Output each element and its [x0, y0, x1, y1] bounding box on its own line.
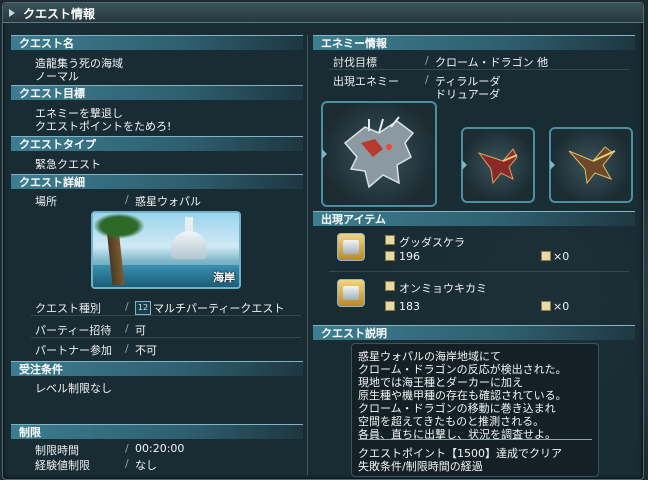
- partner-value: 不可: [135, 344, 157, 357]
- party-value: 可: [135, 324, 146, 337]
- item-tag-icon: [385, 235, 395, 245]
- row-divider: [329, 271, 629, 272]
- section-quest-desc: クエスト説明: [313, 325, 635, 340]
- item-count-icon: [385, 301, 395, 311]
- enemy-card-tiraruda[interactable]: [461, 127, 535, 203]
- bird-enemy-icon: [477, 148, 518, 185]
- separator: /: [125, 442, 129, 455]
- multiparty-badge-icon: 12: [135, 301, 151, 315]
- place-value: 惑星ウォパル: [135, 195, 201, 208]
- card-arrow-icon: [550, 160, 555, 170]
- item-icon-face: [343, 286, 359, 300]
- quest-difficulty: ノーマル: [35, 70, 79, 83]
- item-tag-icon: [385, 281, 395, 291]
- separator: /: [425, 54, 429, 67]
- thumb-tower: [171, 231, 207, 259]
- target-label: 討伐目標: [333, 56, 377, 69]
- owned-icon: [541, 301, 551, 311]
- section-enemy-info: エネミー情報: [313, 35, 635, 50]
- section-limit: 制限: [11, 424, 303, 439]
- thumb-caption: 海岸: [213, 271, 235, 284]
- card-arrow-icon: [322, 149, 327, 159]
- exp-limit-value: なし: [135, 459, 157, 472]
- enemy-card-doryuada[interactable]: [549, 127, 633, 203]
- card-arrow-icon: [462, 160, 467, 170]
- separator: /: [125, 342, 129, 355]
- window-titlebar[interactable]: クエスト情報: [3, 3, 643, 23]
- enemy-2: ドリュアーダ: [435, 88, 501, 101]
- owned-icon: [541, 251, 551, 261]
- right-column: エネミー情報 討伐目標 / クローム・ドラゴン 他 出現エネミー / ティラルー…: [313, 35, 635, 479]
- collapse-arrow-icon[interactable]: [9, 9, 15, 17]
- place-label: 場所: [35, 195, 57, 208]
- section-quest-detail: クエスト詳細: [11, 174, 303, 189]
- desc-divider: [358, 439, 592, 440]
- enemies-label: 出現エネミー: [333, 75, 399, 88]
- section-quest-type: クエストタイプ: [11, 136, 303, 151]
- item-count: 183: [399, 300, 420, 313]
- column-divider: [307, 35, 308, 475]
- partner-label: パートナー参加: [35, 344, 112, 357]
- separator: /: [125, 300, 129, 313]
- thumb-leaves: [93, 213, 145, 239]
- item-count-icon: [385, 251, 395, 261]
- party-label: パーティー招待: [35, 324, 112, 337]
- section-items: 出現アイテム: [313, 211, 635, 226]
- accept-value: レベル制限なし: [35, 382, 112, 395]
- row-divider: [329, 69, 629, 70]
- quest-info-window: クエスト情報 クエスト名 造龍集う死の海域 ノーマル クエスト目標 エネミーを撃…: [2, 2, 644, 480]
- exp-limit-label: 経験値制限: [35, 459, 90, 472]
- time-limit-value: 00:20:00: [135, 442, 185, 455]
- quest-type-value: 緊急クエスト: [35, 158, 101, 171]
- item-icon[interactable]: [337, 279, 365, 307]
- item-count: 196: [399, 250, 420, 263]
- item-qty: ×0: [553, 250, 570, 263]
- separator: /: [425, 73, 429, 86]
- time-limit-label: 制限時間: [35, 444, 79, 457]
- enemy-card-chrome-dragon[interactable]: [321, 101, 437, 207]
- item-qty: ×0: [553, 300, 570, 313]
- target-value: クローム・ドラゴン 他: [435, 56, 549, 69]
- item-icon-face: [343, 240, 359, 254]
- separator: /: [125, 322, 129, 335]
- section-accept: 受注条件: [11, 361, 303, 376]
- left-column: クエスト名 造龍集う死の海域 ノーマル クエスト目標 エネミーを撃退し クエスト…: [11, 35, 303, 479]
- section-quest-name: クエスト名: [11, 35, 303, 50]
- section-quest-goal: クエスト目標: [11, 85, 303, 100]
- dragon-enemy-icon: [343, 116, 415, 189]
- kind-label: クエスト種別: [35, 302, 101, 315]
- item-name: グッダスケラ: [399, 236, 465, 249]
- window-title: クエスト情報: [23, 7, 96, 21]
- row-divider: [31, 337, 301, 338]
- row-divider: [31, 315, 301, 316]
- quest-description-panel: 惑星ウォパルの海岸地域にて クローム・ドラゴンの反応が検出された。 現地では海王…: [351, 343, 599, 477]
- item-icon[interactable]: [337, 233, 365, 261]
- location-thumbnail: 海岸: [91, 211, 241, 289]
- separator: /: [125, 457, 129, 470]
- fail-condition: 失敗条件/制限時間の経過: [358, 460, 483, 473]
- bird-enemy-icon: [568, 146, 616, 185]
- kind-value: マルチパーティークエスト: [153, 302, 285, 315]
- quest-goal-line2: クエストポイントをためろ!: [35, 120, 172, 133]
- separator: /: [125, 193, 129, 206]
- item-name: オンミョウキカミ: [399, 282, 487, 295]
